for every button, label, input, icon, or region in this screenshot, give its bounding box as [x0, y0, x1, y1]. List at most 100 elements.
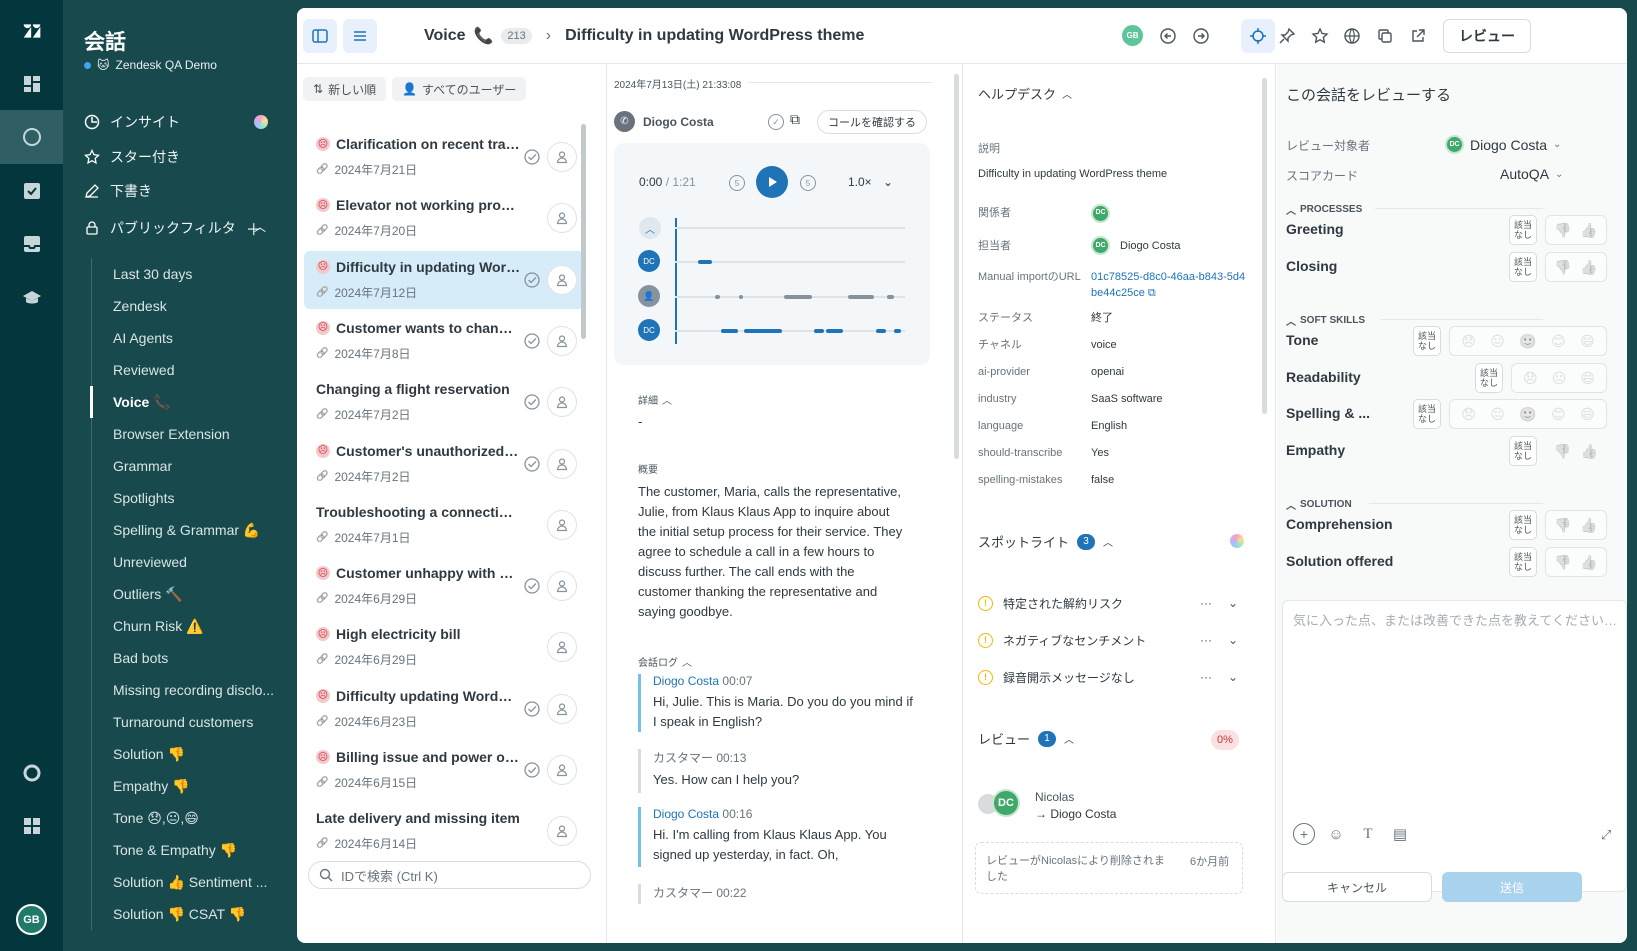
conversation-list-item[interactable]: ☹ Elevator not working properly 🔗 2024年7月20…: [304, 189, 584, 247]
conversation-list-item[interactable]: ☹ Customer unhappy with cla... 🔗 2024年6月29日: [304, 557, 584, 615]
rating-face-icon[interactable]: 😄: [1580, 406, 1595, 423]
assign-user-button[interactable]: [547, 816, 577, 847]
add-icon[interactable]: +: [1293, 823, 1315, 845]
not-applicable-button[interactable]: 該当なし: [1413, 399, 1441, 429]
forward-5-icon[interactable]: 5: [800, 175, 816, 191]
rating-face-icon[interactable]: 😄: [1580, 370, 1595, 387]
conversation-list-item[interactable]: Late delivery and missing item 🔗 2024年6月14…: [304, 802, 584, 860]
focus-button[interactable]: [1241, 19, 1275, 53]
assign-user-button[interactable]: [547, 387, 577, 418]
rating-control[interactable]: 😞 😐 😄: [1511, 363, 1607, 393]
conversation-list-item[interactable]: ☹ Billing issue and power out... 🔗 2024年6月1…: [304, 741, 584, 799]
details-section-toggle[interactable]: 詳細 ︿: [638, 392, 672, 407]
not-applicable-button[interactable]: 該当なし: [1509, 510, 1537, 540]
more-options-icon[interactable]: ···: [1200, 596, 1212, 610]
not-applicable-button[interactable]: 該当なし: [1475, 363, 1503, 393]
rating-control[interactable]: 😞 😐 🙂 😊 😄: [1449, 326, 1607, 356]
not-applicable-button[interactable]: 該当なし: [1509, 215, 1537, 245]
user-filter-dropdown[interactable]: 👤 すべてのユーザー: [392, 77, 527, 101]
rating-control[interactable]: 👎 👍: [1545, 510, 1607, 540]
filter-item[interactable]: Solution 👍 Sentiment ...: [92, 866, 297, 898]
expand-icon[interactable]: ⤢: [1601, 827, 1611, 843]
speech-segment[interactable]: [814, 329, 824, 333]
inbox-icon[interactable]: [0, 217, 63, 271]
playhead[interactable]: [675, 218, 677, 344]
assign-user-button[interactable]: [547, 571, 577, 602]
filter-item[interactable]: Churn Risk ⚠️: [92, 610, 297, 642]
coaching-icon[interactable]: [0, 271, 63, 325]
speech-segment[interactable]: [721, 329, 738, 333]
dashboard-icon[interactable]: [0, 57, 63, 111]
filter-item[interactable]: Last 30 days: [92, 258, 297, 290]
thumbs-down-icon[interactable]: 👎: [1554, 517, 1571, 534]
not-applicable-button[interactable]: 該当なし: [1509, 547, 1537, 577]
filter-item[interactable]: Spotlights: [92, 482, 297, 514]
conversation-log-toggle[interactable]: 会話ログ ︿: [638, 654, 692, 669]
section-toggle[interactable]: ︿ SOLUTION: [1286, 497, 1352, 512]
assign-user-button[interactable]: [547, 755, 577, 785]
spotlight-item[interactable]: ! 録音開示メッセージなし ··· ⌄: [978, 665, 1248, 689]
rating-face-icon[interactable]: 😞: [1461, 406, 1476, 423]
confirm-call-button[interactable]: コールを確認する: [817, 110, 927, 134]
thumbs-up-icon[interactable]: 👍: [1580, 554, 1597, 571]
thumbs-down-icon[interactable]: 👎: [1554, 443, 1571, 460]
zendesk-logo-icon[interactable]: [0, 4, 63, 58]
nav-insights[interactable]: インサイト: [84, 112, 180, 132]
list-scrollbar[interactable]: [581, 124, 586, 339]
rating-face-icon[interactable]: 😞: [1523, 370, 1538, 387]
thumbs-down-icon[interactable]: 👎: [1554, 259, 1571, 276]
search-input[interactable]: IDで検索 (Ctrl K): [308, 861, 591, 889]
speech-segment[interactable]: [744, 329, 782, 333]
check-circle-icon[interactable]: ✓: [768, 114, 784, 130]
template-icon[interactable]: ▤: [1389, 823, 1411, 845]
section-toggle[interactable]: ︿ PROCESSES: [1286, 202, 1362, 217]
toggle-sidebar-button[interactable]: [303, 19, 337, 53]
rating-face-icon[interactable]: 😄: [1580, 333, 1595, 350]
workspace-name[interactable]: 🐱 Zendesk QA Demo: [84, 58, 217, 72]
comment-editor[interactable]: 気に入った点、または改善できた点を教えてください… + ☺ T ▤ ⤢: [1282, 600, 1627, 892]
rating-control[interactable]: 👎 👍: [1545, 436, 1607, 466]
collapse-tracks-button[interactable]: ︿: [639, 217, 661, 239]
thumbs-up-icon[interactable]: 👍: [1580, 222, 1597, 239]
spotlight-item[interactable]: ! 特定された解約リスク ··· ⌄: [978, 591, 1248, 615]
assign-user-button[interactable]: [547, 693, 577, 724]
chevron-down-icon[interactable]: ⌄: [1228, 670, 1238, 684]
assign-user-button[interactable]: [547, 632, 577, 663]
breadcrumb-channel[interactable]: Voice: [424, 27, 466, 45]
rating-face-icon[interactable]: 😐: [1490, 406, 1505, 423]
transcript-scrollbar[interactable]: [954, 74, 959, 459]
filter-item[interactable]: Solution 👎: [92, 738, 297, 770]
filter-item[interactable]: Voice 📞: [90, 386, 297, 418]
speech-segment[interactable]: [739, 295, 743, 299]
filter-item[interactable]: Zendesk: [92, 290, 297, 322]
filter-item[interactable]: Tone 😞,😐,😄: [92, 802, 297, 834]
not-applicable-button[interactable]: 該当なし: [1509, 252, 1537, 282]
filter-item[interactable]: AI Agents: [92, 322, 297, 354]
rating-face-icon[interactable]: 😐: [1552, 370, 1567, 387]
scorecard-dropdown[interactable]: AutoQA ⌄: [1500, 166, 1563, 182]
rating-control[interactable]: 😞 😐 🙂 😊 😄: [1449, 399, 1607, 429]
rating-control[interactable]: 👎 👍: [1545, 252, 1607, 282]
assign-user-button[interactable]: [547, 264, 577, 295]
manual-import-link[interactable]: 01c78525-d8c0-46aa-b843-5d4be44c25ce ⧉: [1091, 269, 1246, 301]
toggle-list-button[interactable]: [343, 19, 377, 53]
conversation-list-item[interactable]: ☹ Difficulty in updating Word... 🔗 2024年7月1…: [304, 250, 584, 309]
assign-user-button[interactable]: [547, 325, 577, 356]
thumbs-up-icon[interactable]: 👍: [1581, 443, 1598, 460]
reviews-toggle[interactable]: レビュー 1 ︿: [978, 729, 1074, 748]
rating-face-icon[interactable]: 😊: [1551, 333, 1566, 350]
emoji-icon[interactable]: ☺: [1325, 823, 1347, 845]
help-icon[interactable]: [0, 746, 63, 800]
assign-user-button[interactable]: [547, 203, 577, 234]
copy-button[interactable]: [1374, 25, 1396, 47]
filter-item[interactable]: Missing recording disclo...: [92, 674, 297, 706]
filter-item[interactable]: Grammar: [92, 450, 297, 482]
more-options-icon[interactable]: ···: [1200, 633, 1212, 647]
assign-user-button[interactable]: [547, 142, 577, 172]
translate-button[interactable]: [1341, 25, 1363, 47]
star-button[interactable]: [1309, 25, 1331, 47]
helpdesk-scrollbar[interactable]: [1262, 78, 1267, 414]
sort-dropdown[interactable]: ⇅ 新しい順: [303, 77, 387, 101]
send-button[interactable]: 送信: [1442, 872, 1582, 902]
filter-item[interactable]: Outliers 🔨: [92, 578, 297, 610]
